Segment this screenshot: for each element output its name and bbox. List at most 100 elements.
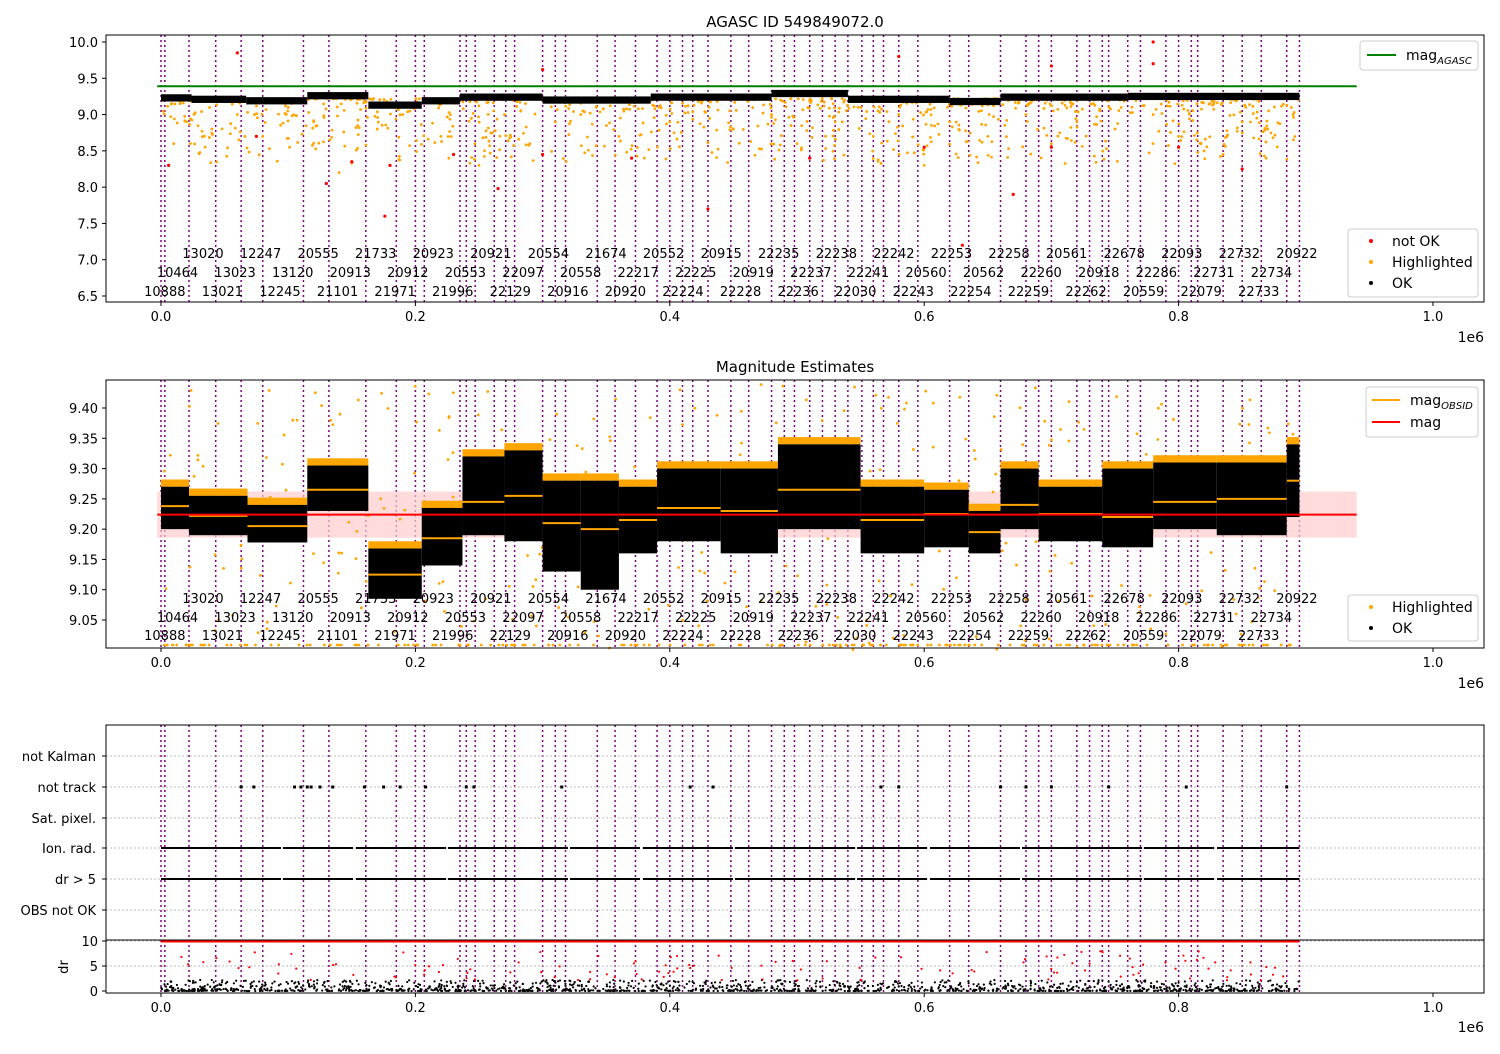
highlighted-point bbox=[676, 120, 680, 124]
dr-point bbox=[1051, 985, 1054, 989]
highlighted-point bbox=[1202, 643, 1206, 647]
highlighted-point bbox=[239, 543, 243, 547]
highlighted-point bbox=[703, 571, 707, 575]
dr-point bbox=[651, 989, 655, 992]
highlighted-point bbox=[414, 97, 418, 101]
dr-point bbox=[608, 981, 611, 984]
dr-point bbox=[171, 989, 174, 992]
obsid-label: 21733 bbox=[355, 592, 396, 607]
obsid-label: 22030 bbox=[835, 629, 876, 644]
highlighted-point bbox=[1145, 643, 1149, 647]
dr-point bbox=[863, 987, 866, 990]
highlighted-point bbox=[739, 409, 743, 413]
dr-point bbox=[299, 989, 302, 993]
highlighted-point bbox=[700, 643, 704, 647]
legend-not-ok: not OK bbox=[1392, 234, 1440, 250]
dr-point bbox=[412, 988, 415, 991]
highlighted-point bbox=[1151, 142, 1155, 145]
highlighted-point bbox=[339, 102, 343, 106]
highlighted-point bbox=[356, 133, 360, 137]
highlighted-point bbox=[769, 142, 773, 146]
dr-point bbox=[805, 979, 808, 982]
highlighted-point bbox=[884, 643, 888, 647]
dr-point bbox=[780, 989, 783, 993]
dr-point bbox=[496, 988, 499, 991]
highlighted-point bbox=[161, 109, 165, 113]
dr-point bbox=[544, 980, 547, 983]
dr-point bbox=[637, 987, 640, 990]
highlighted-point bbox=[507, 584, 511, 588]
dr-point bbox=[1211, 979, 1214, 982]
highlighted-point bbox=[1292, 138, 1295, 142]
highlighted-point bbox=[491, 101, 495, 105]
dr-point bbox=[454, 981, 457, 984]
dr-point bbox=[1060, 989, 1063, 992]
dr-point bbox=[993, 982, 996, 985]
highlighted-point bbox=[203, 145, 207, 149]
panel2-legend-top: magOBSID mag bbox=[1365, 386, 1479, 438]
obsid-label: 20918 bbox=[1078, 266, 1119, 281]
highlighted-point bbox=[911, 117, 915, 121]
highlighted-point bbox=[1188, 117, 1191, 121]
not-track-point bbox=[560, 785, 564, 789]
dr-point bbox=[982, 988, 986, 992]
dr-point bbox=[261, 989, 264, 992]
y-tick-label: 9.20 bbox=[69, 523, 98, 538]
obsid-label: 20913 bbox=[330, 266, 371, 281]
dr-point bbox=[219, 988, 222, 991]
highlighted-point bbox=[183, 115, 187, 118]
dr-outlier-point bbox=[1249, 961, 1252, 964]
highlighted-point bbox=[614, 397, 618, 401]
highlighted-segment-top bbox=[1216, 455, 1287, 463]
dr-point bbox=[1129, 989, 1132, 992]
obsid-label: 22217 bbox=[617, 611, 658, 626]
dr-point bbox=[1143, 979, 1146, 983]
dr-point bbox=[1297, 980, 1300, 983]
highlighted-point bbox=[506, 139, 510, 143]
dr-point bbox=[321, 989, 324, 992]
dr-point bbox=[596, 989, 599, 992]
highlighted-point bbox=[657, 105, 661, 109]
dr-point bbox=[740, 988, 743, 991]
highlighted-point bbox=[1195, 138, 1199, 142]
dr-point bbox=[1185, 989, 1188, 993]
dr-point bbox=[1240, 989, 1243, 993]
highlighted-point bbox=[283, 111, 287, 115]
highlighted-point bbox=[592, 417, 596, 421]
highlighted-point bbox=[796, 574, 800, 578]
y-tick-label: 7.0 bbox=[77, 254, 98, 269]
highlighted-point bbox=[413, 471, 416, 475]
obsid-label: 22225 bbox=[675, 266, 716, 281]
highlighted-point bbox=[290, 114, 294, 118]
highlighted-point bbox=[625, 107, 628, 111]
highlighted-point bbox=[759, 383, 763, 386]
highlighted-point bbox=[1264, 643, 1268, 647]
highlighted-point bbox=[905, 401, 908, 405]
highlighted-point bbox=[1042, 643, 1046, 647]
highlighted-point bbox=[1291, 113, 1295, 116]
highlighted-point bbox=[1082, 643, 1086, 647]
highlighted-point bbox=[1205, 145, 1209, 149]
highlighted-point bbox=[441, 580, 445, 584]
dr-outlier-point bbox=[228, 960, 231, 963]
dr-point bbox=[1227, 984, 1231, 987]
highlighted-point bbox=[584, 470, 588, 474]
dr-point bbox=[866, 989, 869, 992]
dr-point bbox=[746, 987, 749, 990]
highlighted-point bbox=[215, 160, 219, 164]
dr-point bbox=[232, 987, 235, 991]
highlighted-point bbox=[837, 110, 841, 114]
highlighted-segment-top bbox=[1286, 437, 1300, 445]
highlighted-point bbox=[1264, 140, 1268, 144]
obsid-label: 20921 bbox=[470, 592, 511, 607]
dr-point bbox=[949, 987, 952, 990]
not-track-point bbox=[1107, 785, 1111, 789]
highlighted-point bbox=[1014, 106, 1017, 110]
dr-point bbox=[443, 985, 446, 988]
dr-outlier-point bbox=[920, 967, 923, 970]
highlighted-point bbox=[980, 140, 984, 144]
dr-point bbox=[1084, 982, 1087, 986]
highlighted-point bbox=[331, 423, 335, 427]
highlighted-point bbox=[726, 161, 730, 164]
highlighted-segment-top bbox=[657, 461, 721, 469]
